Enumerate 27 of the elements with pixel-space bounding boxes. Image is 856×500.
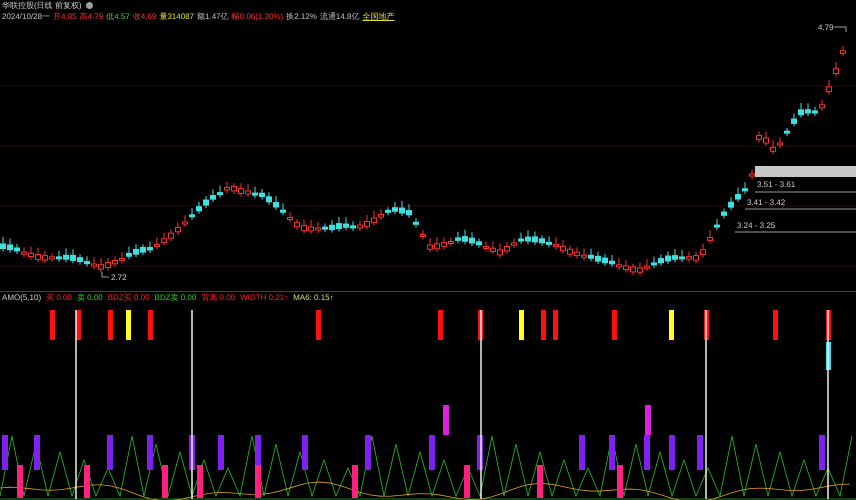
- indicator-name[interactable]: AMO(5,10): [2, 293, 42, 303]
- leader-line: [834, 26, 846, 32]
- price-zone-label: 3.51 - 3.61: [757, 180, 796, 189]
- quote-field: 幅0.06(1.30%): [232, 11, 284, 22]
- quote-field: 换2.12%: [286, 11, 317, 22]
- indicator-value: BDZ买 0.00: [108, 293, 150, 303]
- quote-field: 2024/10/28一: [2, 11, 50, 22]
- indicator-value: WIDTH 0.21↑: [240, 293, 288, 303]
- low-price-label: 2.72: [111, 273, 127, 282]
- indicator-value: 背离 0.00: [201, 293, 236, 303]
- sector-link[interactable]: 全国地产: [362, 11, 394, 22]
- quote-field: 开4.85: [53, 11, 77, 22]
- price-zone-label: 3.24 - 3.25: [737, 221, 776, 230]
- quote-field: 低4.57: [106, 11, 130, 22]
- quote-field: 量314087: [159, 11, 194, 22]
- high-price-label: 4.79: [818, 23, 834, 32]
- price-zone-label: 3.41 - 3.42: [747, 198, 786, 207]
- quote-field: 高4.79: [80, 11, 104, 22]
- quote-field: 额1.47亿: [197, 11, 229, 22]
- chart-title: 华联控股(日线 前复权): [2, 0, 82, 11]
- indicator-value: BDZ卖 0.00: [154, 293, 196, 303]
- indicator-value: MA6: 0.15↑: [293, 293, 334, 303]
- quote-field: 流通14.8亿: [320, 11, 360, 22]
- quote-field: 收4.69: [132, 11, 156, 22]
- indicator-value: 卖 0.00: [76, 293, 103, 303]
- indicator-value: 买 0.00: [46, 293, 72, 303]
- leader-line: [102, 272, 110, 278]
